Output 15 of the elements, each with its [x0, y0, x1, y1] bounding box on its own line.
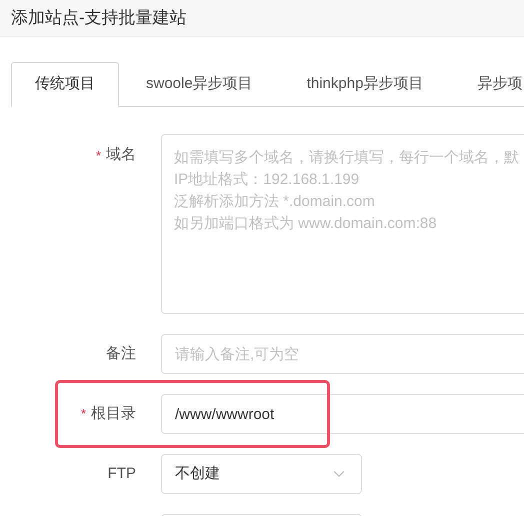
text-input[interactable]: 请输入备注,可为空 — [161, 334, 524, 374]
field-label: FTP — [108, 464, 136, 484]
domain-textarea[interactable]: 如需填写多个域名，请换行填写，每行一个域名，默 IP地址格式：192.168.1.199 泛解析添加方法 *.domain.com 如另加端口格式为 www.domain.com:88 — [161, 134, 524, 314]
select-field[interactable]: 不创建 — [161, 454, 362, 494]
tab[interactable]: swoole异步项目 — [119, 62, 280, 107]
field-label: 域名 — [106, 145, 136, 165]
required-asterisk: * — [96, 146, 101, 164]
tab[interactable]: 传统项目 — [11, 62, 119, 107]
tab[interactable]: 异步项 — [450, 62, 524, 107]
tab[interactable]: thinkphp异步项目 — [280, 62, 450, 107]
field-label: 根目录 — [91, 404, 136, 424]
window-title: 添加站点-支持批量建站 — [11, 7, 187, 30]
field-label: 备注 — [106, 344, 136, 364]
text-input[interactable]: /www/wwwroot — [161, 394, 524, 434]
required-asterisk: * — [80, 405, 86, 424]
